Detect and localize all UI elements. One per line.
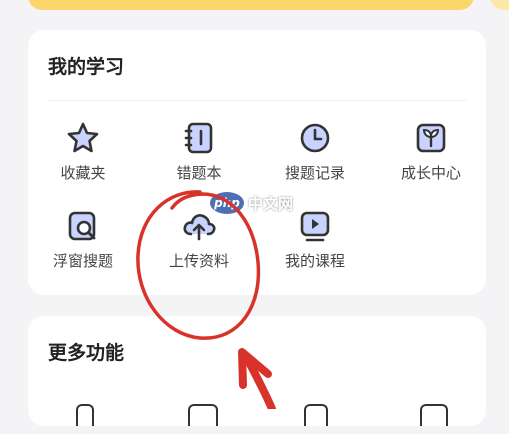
annotation-overlay xyxy=(136,190,276,409)
annotation-circle xyxy=(136,190,261,340)
